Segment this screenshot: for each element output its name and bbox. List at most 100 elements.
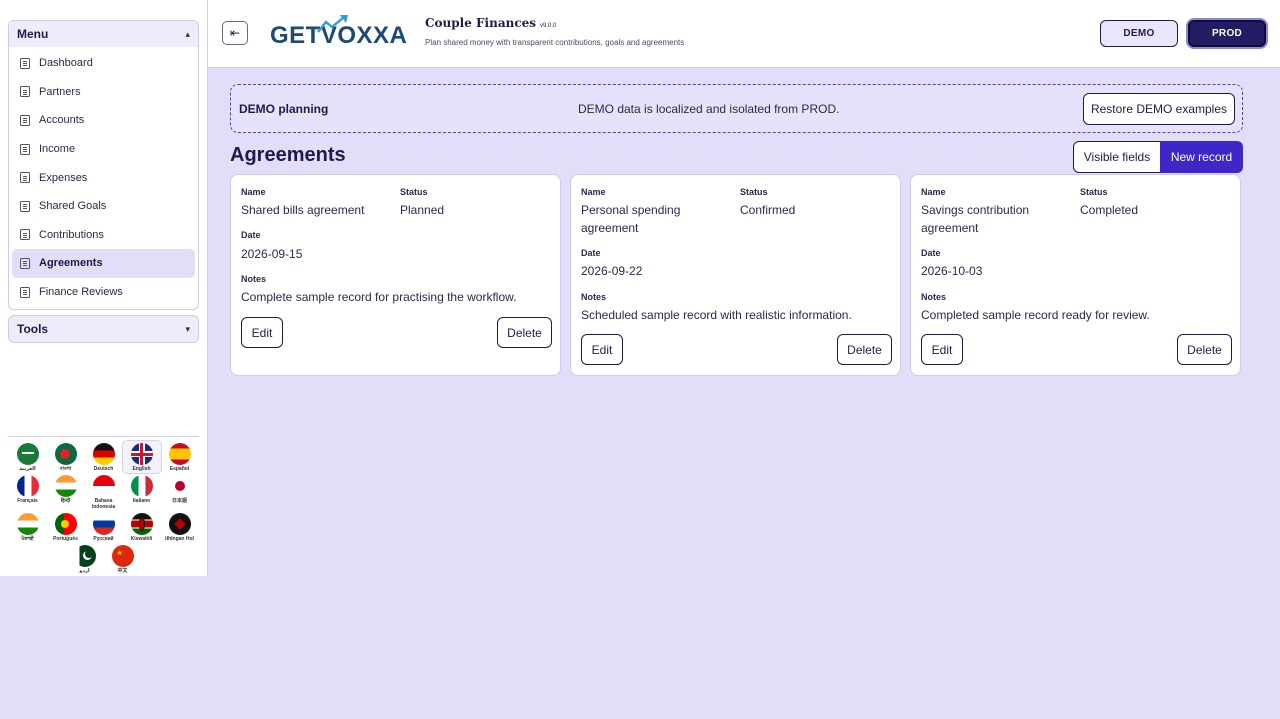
- record-name-cont: agreement: [581, 221, 639, 235]
- notes-label: Notes: [241, 274, 267, 284]
- page-title: Agreements: [230, 144, 346, 166]
- china-flag-icon: ★: [111, 545, 134, 567]
- new-record-button[interactable]: New record: [1160, 141, 1243, 173]
- sidebar-item-label: Contributions: [39, 228, 104, 241]
- edit-button[interactable]: Edit: [241, 317, 283, 348]
- sidebar-item-label: Accounts: [39, 114, 85, 127]
- record-date: 2026-09-15: [241, 247, 303, 261]
- document-icon: [20, 286, 30, 298]
- visible-fields-button[interactable]: Visible fields: [1073, 141, 1161, 173]
- name-label: Name: [921, 187, 946, 197]
- edit-button[interactable]: Edit: [921, 334, 963, 365]
- japan-flag-icon: [168, 475, 191, 497]
- document-icon: [20, 172, 30, 184]
- sidebar-item-accounts[interactable]: Accounts: [12, 106, 195, 135]
- restore-demo-button[interactable]: Restore DEMO examples: [1083, 93, 1235, 125]
- language-swahili[interactable]: Kiswahili: [123, 511, 161, 543]
- language-english[interactable]: English: [121, 440, 162, 474]
- language-russian[interactable]: Русский: [85, 511, 123, 543]
- spain-flag-icon: [168, 443, 191, 465]
- language-chinese[interactable]: ★ 中文: [104, 543, 142, 575]
- saudi-flag-icon: [16, 443, 39, 465]
- tools-toggle[interactable]: Tools ▾: [9, 316, 198, 342]
- language-label: Français: [17, 498, 38, 504]
- sidebar-item-expenses[interactable]: Expenses: [12, 163, 195, 192]
- language-label: العربية: [19, 466, 36, 472]
- language-label: English: [132, 466, 151, 472]
- record-card: Name Status Shared bills agreement Plann…: [230, 174, 561, 376]
- language-urdu[interactable]: اردو: [66, 543, 104, 575]
- app-subtitle: Plan shared money with transparent contr…: [425, 38, 685, 47]
- language-label: 中文: [117, 568, 128, 574]
- language-bengali[interactable]: বাংলা: [47, 441, 85, 473]
- language-german[interactable]: Deutsch: [85, 441, 123, 473]
- bangladesh-flag-icon: [54, 443, 77, 465]
- india-flag-icon: [54, 475, 77, 497]
- language-portuguese[interactable]: Português: [47, 511, 85, 543]
- demo-banner: DEMO planning DEMO data is localized and…: [230, 84, 1243, 133]
- demo-environment-button[interactable]: DEMO: [1100, 20, 1178, 47]
- record-card: Name Status Savings contribution agreeme…: [910, 174, 1241, 376]
- notes-label: Notes: [921, 292, 947, 302]
- sidebar-item-partners[interactable]: Partners: [12, 78, 195, 107]
- status-label: Status: [1080, 187, 1108, 197]
- name-label: Name: [581, 187, 606, 197]
- language-punjabi[interactable]: ਪੰਜਾਬੀ: [9, 511, 47, 543]
- language-spanish[interactable]: Español: [161, 441, 199, 473]
- language-klingon[interactable]: tlhIngan Hol: [161, 511, 199, 543]
- sidebar: Menu ▴ Dashboard Partners Accounts Incom…: [0, 0, 208, 576]
- app-title-text: Couple Finances: [425, 16, 537, 30]
- delete-button[interactable]: Delete: [837, 334, 892, 365]
- sidebar-item-label: Income: [39, 143, 76, 156]
- date-label: Date: [921, 248, 941, 258]
- germany-flag-icon: [92, 443, 115, 465]
- sidebar-item-finance-reviews[interactable]: Finance Reviews: [12, 278, 195, 307]
- name-label: Name: [241, 187, 266, 197]
- delete-button[interactable]: Delete: [1177, 334, 1232, 365]
- language-label: Bahasa Indonesia: [91, 498, 116, 510]
- russia-flag-icon: [92, 513, 115, 535]
- status-label: Status: [400, 187, 428, 197]
- record-notes: Scheduled sample record with realistic i…: [581, 308, 852, 322]
- record-name: Shared bills agreement: [241, 203, 365, 217]
- record-name: Savings contribution: [921, 203, 1030, 217]
- menu-list: Dashboard Partners Accounts Income Expen…: [9, 47, 198, 308]
- chevron-down-icon: ▾: [185, 323, 190, 334]
- record-status: Completed: [1080, 203, 1139, 217]
- indonesia-flag-icon: [92, 475, 115, 497]
- pakistan-flag-icon: [73, 545, 96, 567]
- sidebar-item-agreements[interactable]: Agreements: [12, 249, 195, 278]
- language-indonesian[interactable]: Bahasa Indonesia: [85, 473, 123, 511]
- record-name-cont: agreement: [921, 221, 979, 235]
- sidebar-item-label: Dashboard: [39, 57, 93, 70]
- sidebar-collapse-button[interactable]: ⇤: [222, 21, 248, 45]
- language-label: tlhIngan Hol: [165, 536, 194, 542]
- banner-title: DEMO planning: [239, 102, 329, 116]
- language-label: Português: [53, 536, 78, 542]
- language-label: Kiswahili: [130, 536, 153, 542]
- delete-button[interactable]: Delete: [497, 317, 552, 348]
- date-label: Date: [581, 248, 601, 258]
- language-french[interactable]: Français: [9, 473, 47, 511]
- menu-panel: Menu ▴ Dashboard Partners Accounts Incom…: [8, 20, 199, 310]
- edit-button[interactable]: Edit: [581, 334, 623, 365]
- prod-environment-button[interactable]: PROD: [1188, 20, 1266, 47]
- menu-toggle[interactable]: Menu ▴: [9, 21, 198, 47]
- tools-panel[interactable]: Tools ▾: [8, 315, 199, 343]
- sidebar-item-shared-goals[interactable]: Shared Goals: [12, 192, 195, 221]
- language-japanese[interactable]: 日本語: [161, 473, 199, 511]
- language-hindi[interactable]: हिन्दी: [47, 473, 85, 511]
- sidebar-item-label: Partners: [39, 85, 81, 98]
- sidebar-item-income[interactable]: Income: [12, 135, 195, 164]
- language-arabic[interactable]: العربية: [9, 441, 47, 473]
- sidebar-item-dashboard[interactable]: Dashboard: [12, 49, 195, 78]
- app-version: v9.0.0: [540, 23, 557, 29]
- language-italian[interactable]: Italiano: [123, 473, 161, 511]
- tools-title: Tools: [17, 322, 49, 336]
- italy-flag-icon: [130, 475, 153, 497]
- sidebar-item-contributions[interactable]: Contributions: [12, 221, 195, 250]
- language-label: اردو: [79, 568, 90, 574]
- document-icon: [20, 257, 30, 269]
- language-label: বাংলা: [59, 466, 72, 472]
- klingon-emblem-icon: [168, 513, 191, 535]
